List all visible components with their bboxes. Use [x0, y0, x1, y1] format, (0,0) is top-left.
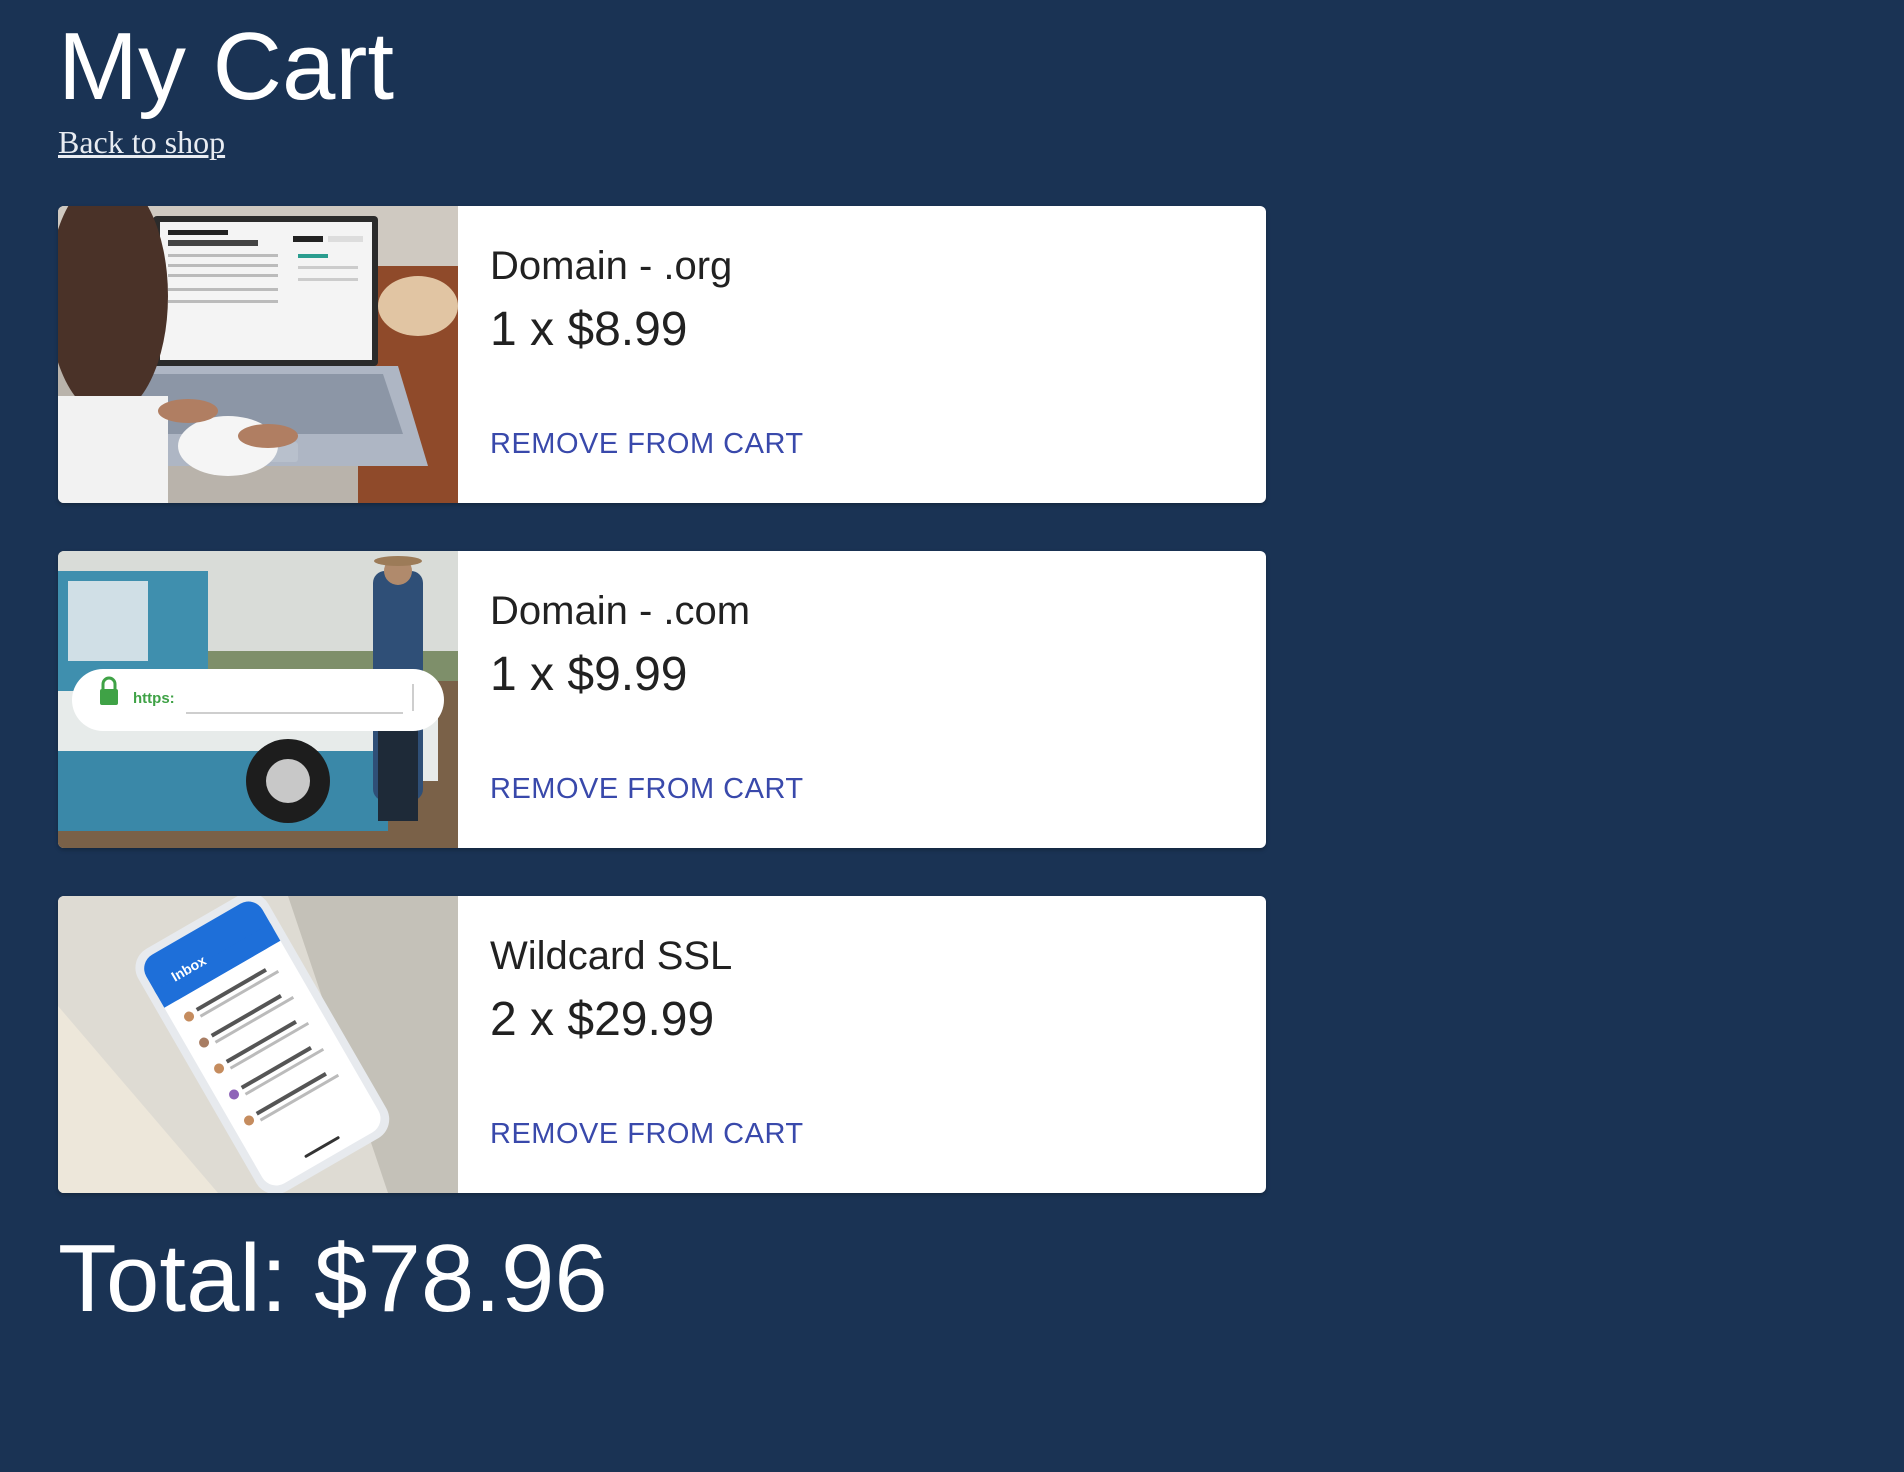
svg-text:https:: https: — [133, 690, 175, 707]
remove-from-cart-button[interactable]: REMOVE FROM CART — [490, 1118, 804, 1151]
cart-list: Domain - .org 1 x $8.99 REMOVE FROM CART — [58, 206, 1266, 1241]
product-image-laptop — [58, 206, 458, 503]
cart-total: Total: $78.96 — [58, 1225, 608, 1332]
product-image-phone: Inbox — [58, 896, 458, 1193]
cart-item-details: Wildcard SSL 2 x $29.99 REMOVE FROM CART — [458, 896, 1266, 1193]
item-price: 2 x $29.99 — [490, 993, 715, 1046]
remove-from-cart-button[interactable]: REMOVE FROM CART — [490, 773, 804, 806]
back-to-shop-link[interactable]: Back to shop — [58, 124, 225, 161]
cart-item: Inbox Wildcard SSL 2 x $29.99 REMOVE FRO… — [58, 896, 1266, 1193]
item-name: Domain - .org — [490, 244, 733, 288]
cart-item-details: Domain - .org 1 x $8.99 REMOVE FROM CART — [458, 206, 1266, 503]
item-name: Wildcard SSL — [490, 934, 733, 978]
item-price: 1 x $8.99 — [490, 303, 688, 356]
cart-item: Domain - .org 1 x $8.99 REMOVE FROM CART — [58, 206, 1266, 503]
cart-item: https: Domain - .com 1 x $9.99 REMOVE FR… — [58, 551, 1266, 848]
cart-item-details: Domain - .com 1 x $9.99 REMOVE FROM CART — [458, 551, 1266, 848]
item-price: 1 x $9.99 — [490, 648, 688, 701]
item-name: Domain - .com — [490, 589, 751, 633]
remove-from-cart-button[interactable]: REMOVE FROM CART — [490, 428, 804, 461]
product-image-truck: https: — [58, 551, 458, 848]
page-title: My Cart — [58, 13, 394, 120]
